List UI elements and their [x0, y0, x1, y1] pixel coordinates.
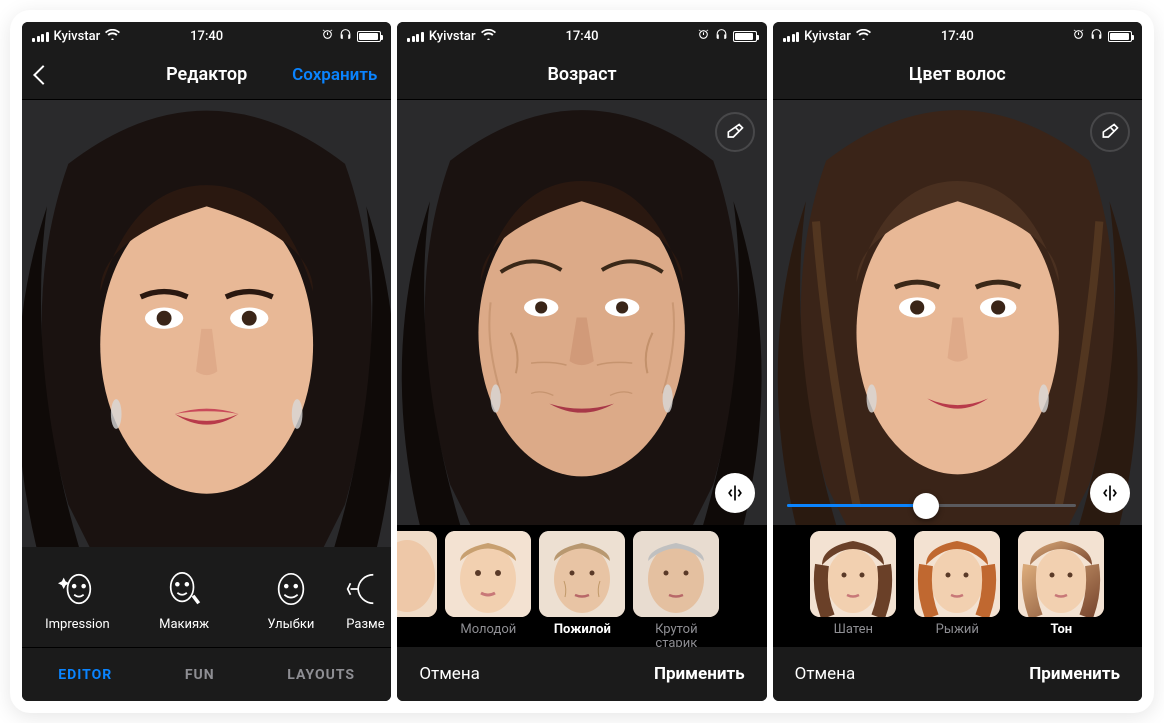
- tab-editor[interactable]: EDITOR: [58, 667, 112, 683]
- tool-impression[interactable]: Impression: [26, 569, 129, 632]
- tool-makeup[interactable]: Макияж: [133, 569, 236, 632]
- wifi-icon: [856, 29, 871, 44]
- bottom-actions: Отмена Применить: [773, 647, 1142, 701]
- eraser-icon: [1100, 122, 1120, 142]
- clock: 17:40: [190, 29, 223, 44]
- smile-face-icon: [271, 569, 311, 609]
- tool-label: Улыбки: [267, 617, 314, 632]
- clock: 17:40: [565, 29, 598, 44]
- battery-icon: [357, 31, 381, 42]
- compare-button[interactable]: [715, 473, 755, 513]
- carrier-label: Kyivstar: [429, 29, 476, 44]
- tool-size[interactable]: Разме: [346, 569, 387, 632]
- save-button[interactable]: Сохранить: [292, 65, 377, 85]
- eraser-button[interactable]: [1090, 112, 1130, 152]
- nav-title: Редактор: [166, 64, 247, 85]
- phone-hair-color: Kyivstar 17:40 Цвет волос: [773, 22, 1142, 701]
- thumb-label: Молодой: [460, 623, 516, 637]
- back-button[interactable]: [36, 68, 50, 82]
- phone-editor: Kyivstar 17:40 Редактор Сохранить: [22, 22, 391, 701]
- tool-label: Impression: [45, 617, 110, 632]
- battery-icon: [1108, 31, 1132, 42]
- wifi-icon: [105, 29, 120, 44]
- photo-canvas[interactable]: [773, 100, 1142, 525]
- slider-fill: [787, 504, 926, 507]
- slider-track: [787, 504, 1076, 507]
- status-bar: Kyivstar 17:40: [773, 22, 1142, 50]
- thumb-young[interactable]: Молодой: [445, 531, 531, 637]
- status-bar: Kyivstar 17:40: [397, 22, 766, 50]
- compare-icon: [1100, 483, 1120, 503]
- thumb-label: Шатен: [834, 623, 873, 637]
- bottom-tabs: EDITOR FUN LAYOUTS: [22, 647, 391, 701]
- thumb-tone[interactable]: Тон: [1018, 531, 1104, 637]
- thumb-brown[interactable]: Шатен: [810, 531, 896, 637]
- nav-bar: Редактор Сохранить: [22, 50, 391, 100]
- tool-smiles[interactable]: Улыбки: [240, 569, 343, 632]
- nav-title: Цвет волос: [909, 64, 1006, 85]
- carrier-label: Kyivstar: [804, 29, 851, 44]
- arrows-face-icon: [346, 569, 374, 609]
- chevron-left-icon: [33, 65, 53, 85]
- signal-icon: [32, 31, 49, 42]
- eraser-button[interactable]: [715, 112, 755, 152]
- tools-row: Impression Макияж Улыбки Разме: [22, 547, 391, 647]
- thumbs-row: Молодой Пожилой Крутой старик: [397, 525, 766, 647]
- apply-button[interactable]: Применить: [654, 664, 745, 684]
- thumb-cool-old[interactable]: Крутой старик: [633, 531, 719, 647]
- nav-bar: Цвет волос: [773, 50, 1142, 100]
- nav-title: Возраст: [547, 64, 616, 85]
- tab-layouts[interactable]: LAYOUTS: [287, 667, 355, 683]
- compare-icon: [725, 483, 745, 503]
- photo-canvas[interactable]: [397, 100, 766, 525]
- battery-icon: [733, 31, 757, 42]
- apply-button[interactable]: Применить: [1029, 664, 1120, 684]
- tool-label: Разме: [346, 617, 384, 632]
- alarm-icon: [697, 28, 710, 45]
- thumb-label: Тон: [1050, 623, 1072, 637]
- tool-label: Макияж: [159, 617, 209, 632]
- thumbs-row: Шатен Рыжий Тон: [773, 525, 1142, 647]
- phone-age: Kyivstar 17:40 Возраст: [397, 22, 766, 701]
- wifi-icon: [481, 29, 496, 44]
- thumb-red[interactable]: Рыжий: [914, 531, 1000, 637]
- cancel-button[interactable]: Отмена: [419, 664, 480, 684]
- status-bar: Kyivstar 17:40: [22, 22, 391, 50]
- thumb-label: Рыжий: [936, 623, 979, 637]
- thumb-label: Крутой старик: [633, 623, 719, 647]
- thumb-label: Пожилой: [554, 623, 611, 637]
- cancel-button[interactable]: Отмена: [795, 664, 856, 684]
- headphones-icon: [715, 28, 728, 45]
- bottom-actions: Отмена Применить: [397, 647, 766, 701]
- sparkle-face-icon: [57, 569, 97, 609]
- alarm-icon: [1072, 28, 1085, 45]
- thumb-prev[interactable]: [397, 531, 437, 623]
- nav-bar: Возраст: [397, 50, 766, 100]
- carrier-label: Kyivstar: [54, 29, 101, 44]
- alarm-icon: [321, 28, 334, 45]
- headphones-icon: [339, 28, 352, 45]
- slider-thumb[interactable]: [913, 493, 939, 519]
- clock: 17:40: [941, 29, 974, 44]
- headphones-icon: [1090, 28, 1103, 45]
- photo-canvas[interactable]: [22, 100, 391, 547]
- intensity-slider[interactable]: [787, 504, 1076, 507]
- makeup-face-icon: [164, 569, 204, 609]
- signal-icon: [783, 31, 800, 42]
- thumb-old[interactable]: Пожилой: [539, 531, 625, 637]
- compare-button[interactable]: [1090, 473, 1130, 513]
- tab-fun[interactable]: FUN: [185, 667, 215, 683]
- eraser-icon: [725, 122, 745, 142]
- signal-icon: [407, 31, 424, 42]
